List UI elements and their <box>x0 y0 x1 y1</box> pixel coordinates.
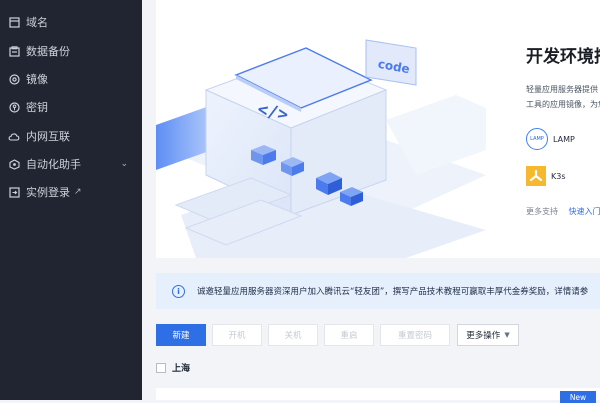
new-instance-button[interactable]: 新建 <box>156 324 206 346</box>
notice-text[interactable]: 诚邀轻量应用服务器资深用户加入腾讯云“轻友团”，撰写产品技术教程可赢取丰厚代金券… <box>197 285 588 297</box>
reset-password-button[interactable]: 重置密码 <box>380 324 450 346</box>
promo-description: 轻量应用服务器提供 L 工具的应用镜像，为您 <box>526 82 600 112</box>
sidebar-item-key[interactable]: 密钥 <box>0 93 142 121</box>
region-label: 上海 <box>172 364 191 374</box>
main-content: code </> 开发环境搭 轻量应用服务器提供 L 工具的应用镜像，为您 <box>142 0 600 403</box>
k3s-logo-icon <box>526 166 546 186</box>
quick-start-link[interactable]: 快速入门 <box>569 207 600 216</box>
sidebar-item-label: 域名 <box>26 16 48 29</box>
power-off-button[interactable]: 关机 <box>268 324 318 346</box>
promo-description-line: 轻量应用服务器提供 L <box>526 85 600 94</box>
sidebar-top-item[interactable] <box>0 0 142 6</box>
image-option-lamp[interactable]: LAMP LAMP <box>526 128 575 150</box>
sidebar-item-label: 实例登录 <box>26 186 70 199</box>
automation-icon <box>8 158 20 170</box>
promo-links: 更多支持 快速入门 <box>526 206 600 217</box>
sidebar-item-automation[interactable]: 自动化助手 ⌄ <box>0 150 142 178</box>
image-option-label: LAMP <box>553 134 575 144</box>
more-actions-label: 更多操作 <box>466 331 501 341</box>
new-badge: New <box>560 391 596 403</box>
sidebar-item-intranet[interactable]: 内网互联 <box>0 122 142 150</box>
more-actions-dropdown[interactable]: 更多操作 ▼ <box>457 324 519 346</box>
notice-bar: i 诚邀轻量应用服务器资深用户加入腾讯云“轻友团”，撰写产品技术教程可赢取丰厚代… <box>156 273 600 309</box>
promo-description-line: 工具的应用镜像，为您 <box>526 100 600 109</box>
power-on-button[interactable]: 开机 <box>212 324 262 346</box>
backup-icon <box>8 45 20 57</box>
promo-title: 开发环境搭 <box>526 47 600 67</box>
info-icon: i <box>172 284 185 298</box>
region-checkbox[interactable] <box>156 362 166 373</box>
image-option-label: K3s <box>551 171 566 181</box>
region-group[interactable]: 上海 <box>156 361 190 374</box>
login-icon <box>8 186 20 198</box>
image-icon <box>8 73 20 85</box>
chevron-down-icon: ⌄ <box>120 159 128 169</box>
restart-button[interactable]: 重启 <box>324 324 374 346</box>
sidebar-item-domain[interactable]: 域名 <box>0 8 142 36</box>
sidebar-item-label: 镜像 <box>26 73 48 86</box>
dev-environment-illustration: code </> <box>156 39 486 258</box>
sidebar-item-backup[interactable]: 数据备份 <box>0 37 142 65</box>
cloud-connect-icon <box>8 130 20 142</box>
sidebar-item-label: 数据备份 <box>26 45 70 58</box>
caret-down-icon: ▼ <box>504 331 510 339</box>
sidebar-item-label: 自动化助手 <box>26 158 81 171</box>
image-option-k3s[interactable]: K3s <box>526 166 566 186</box>
sidebar-item-image[interactable]: 镜像 <box>0 65 142 93</box>
sidebar: 域名 数据备份 镜像 密钥 内网互联 自动化助手 ⌄ 实例登录 ↗ <box>0 0 142 400</box>
sidebar-item-instance-login[interactable]: 实例登录 ↗ <box>0 178 142 206</box>
more-support-link[interactable]: 更多支持 <box>526 207 558 216</box>
promo-banner[interactable]: code </> 开发环境搭 轻量应用服务器提供 L 工具的应用镜像，为您 <box>156 0 600 258</box>
key-icon <box>8 101 20 113</box>
domain-icon <box>8 16 20 28</box>
sidebar-item-label: 密钥 <box>26 101 48 114</box>
lamp-logo-icon: LAMP <box>526 128 548 150</box>
external-link-icon: ↗ <box>74 187 82 197</box>
sidebar-item-label: 内网互联 <box>26 130 70 143</box>
instance-card[interactable] <box>156 388 600 400</box>
